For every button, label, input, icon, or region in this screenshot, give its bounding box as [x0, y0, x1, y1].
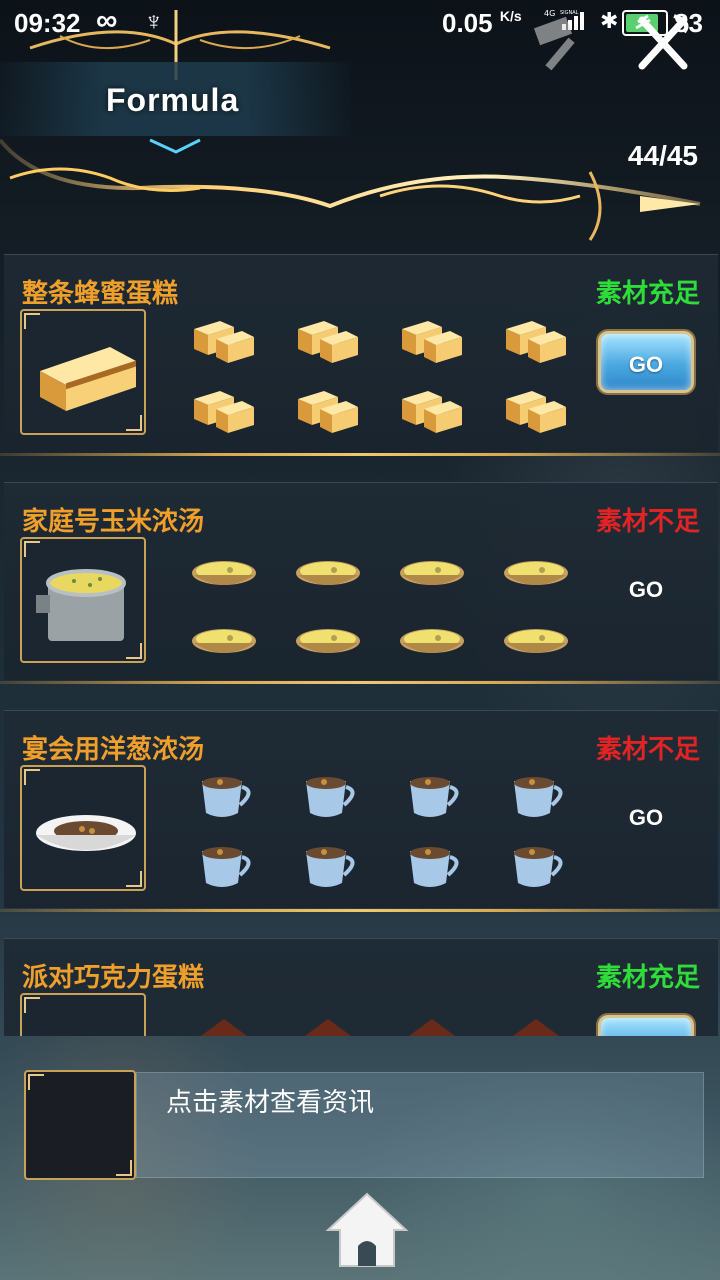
recipe-name: 整条蜂蜜蛋糕 [22, 278, 179, 308]
corn-soup-material-icon[interactable] [398, 619, 466, 669]
chocolate-cake-material-icon[interactable] [502, 1011, 570, 1036]
honey-cake-material-icon[interactable] [294, 315, 362, 365]
recipe-card[interactable]: 宴会用洋葱浓汤 素材不足 GO [0, 710, 720, 912]
go-button[interactable]: GO [598, 559, 694, 621]
selected-material-thumbnail [24, 1070, 136, 1180]
recipe-name: 派对巧克力蛋糕 [22, 962, 205, 992]
home-icon[interactable] [324, 1190, 410, 1270]
infinity-icon: ∞ [96, 4, 118, 37]
recipe-thumbnail[interactable] [20, 309, 146, 435]
material-info-hint: 点击素材查看资讯 [166, 1087, 375, 1117]
go-button[interactable]: GO [598, 331, 694, 393]
go-button[interactable]: GO [598, 1015, 694, 1036]
honey-cake-material-icon[interactable] [398, 385, 466, 435]
corn-soup-material-icon[interactable] [294, 551, 362, 601]
honey-cake-material-icon[interactable] [398, 315, 466, 365]
corn-soup-material-icon[interactable] [502, 551, 570, 601]
go-button[interactable]: GO [598, 787, 694, 849]
material-grid [184, 771, 584, 891]
honey-cake-icon [40, 347, 136, 411]
honey-cake-material-icon[interactable] [502, 315, 570, 365]
recipe-thumbnail[interactable] [20, 537, 146, 663]
recipe-thumbnail[interactable] [20, 993, 146, 1036]
onion-soup-cup-material-icon[interactable] [402, 841, 470, 891]
network-speed-unit: K/s [499, 8, 522, 24]
material-grid [184, 315, 584, 435]
app-notification-icon: ♆ [144, 6, 164, 36]
recipe-name: 家庭号玉米浓汤 [22, 506, 205, 536]
material-status: 素材不足 [595, 734, 700, 764]
corn-soup-material-icon[interactable] [190, 551, 258, 601]
chocolate-cake-material-icon[interactable] [398, 1011, 466, 1036]
corn-soup-material-icon[interactable] [502, 619, 570, 669]
network-speed: 0.05 K/s [442, 8, 522, 38]
onion-soup-cup-material-icon[interactable] [194, 841, 262, 891]
honey-cake-material-icon[interactable] [502, 385, 570, 435]
material-status: 素材充足 [595, 278, 700, 308]
onion-soup-cup-material-icon[interactable] [402, 771, 470, 821]
corn-soup-material-icon[interactable] [294, 619, 362, 669]
page-title: Formula [106, 82, 240, 118]
honey-cake-material-icon[interactable] [294, 385, 362, 435]
recipe-count: 44/45 [627, 140, 698, 171]
chocolate-cake-material-icon[interactable] [294, 1011, 362, 1036]
corn-soup-material-icon[interactable] [398, 551, 466, 601]
onion-soup-cup-material-icon[interactable] [298, 841, 366, 891]
soup-plate-icon [36, 815, 136, 851]
material-grid [184, 999, 584, 1036]
cutlery-icon[interactable] [632, 12, 694, 74]
honey-cake-material-icon[interactable] [190, 315, 258, 365]
onion-soup-cup-material-icon[interactable] [506, 841, 574, 891]
recipe-card[interactable]: 家庭号玉米浓汤 素材不足 GO [0, 482, 720, 684]
onion-soup-cup-material-icon[interactable] [194, 771, 262, 821]
hammer-icon[interactable] [530, 12, 592, 74]
recipe-card[interactable]: 派对巧克力蛋糕 素材充足 GO [4, 938, 718, 1036]
onion-soup-cup-material-icon[interactable] [506, 771, 574, 821]
recipe-list[interactable]: 整条蜂蜜蛋糕 素材充足 GO 家庭号玉米浓汤 素材不足 GO 宴会用洋葱浓汤 素… [0, 254, 720, 1036]
status-time: 09:32 [14, 8, 81, 38]
recipe-name: 宴会用洋葱浓汤 [22, 734, 205, 764]
corn-soup-material-icon[interactable] [190, 619, 258, 669]
soup-pot-icon [36, 569, 126, 641]
material-grid [184, 543, 584, 663]
material-status: 素材不足 [595, 506, 700, 536]
recipe-thumbnail[interactable] [20, 765, 146, 891]
material-info-panel: 点击素材查看资讯 [20, 1068, 706, 1182]
recipe-card[interactable]: 整条蜂蜜蛋糕 素材充足 GO [0, 254, 720, 456]
material-status: 素材充足 [595, 962, 700, 992]
chocolate-cake-material-icon[interactable] [190, 1011, 258, 1036]
honey-cake-material-icon[interactable] [190, 385, 258, 435]
bluetooth-icon: ✱ [600, 8, 619, 33]
onion-soup-cup-material-icon[interactable] [298, 771, 366, 821]
status-bar: 09:32 ∞ ♆ 0.05 K/s 4G SIGNAL ✱ 83 [0, 0, 720, 46]
